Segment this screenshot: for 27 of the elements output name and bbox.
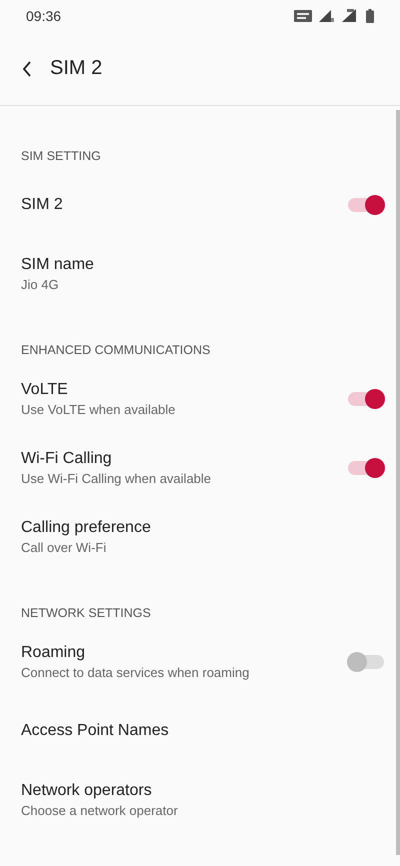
back-icon[interactable] [22,60,32,76]
page-title: SIM 2 [50,57,102,80]
setting-summary: Use VoLTE when available [21,402,176,416]
setting-title: VoLTE [21,380,69,398]
setting-title: Roaming [21,644,86,662]
scrollbar[interactable] [396,110,400,855]
setting-summary: Connect to data services when roaming [21,664,250,680]
setting-title: SIM 2 [21,196,64,214]
toggle-switch[interactable] [348,652,384,672]
setting-title: Calling preference [21,518,152,536]
section-header: ENHANCED COMMUNICATIONS [20,342,212,359]
status-time: 09:36 [26,8,62,24]
setting-title: SIM name [21,256,95,274]
toggle-switch[interactable] [348,194,384,214]
setting-title: Network operators [21,782,153,800]
setting-title: Wi-Fi Calling [21,450,113,468]
section-header: NETWORK SETTINGS [20,605,152,622]
setting-summary: Use Wi-Fi Calling when available [21,470,212,486]
setting-summary: Call over Wi-Fi [21,540,108,554]
toggle-switch[interactable] [348,458,384,478]
toggle-switch[interactable] [348,388,384,408]
setting-summary: Choose a network operator [21,802,179,818]
setting-title: Access Point Names [21,722,170,740]
section-header: SIM SETTING [20,148,102,165]
signal-icon [318,9,334,23]
setting-summary: Jio 4G [21,276,60,292]
battery-icon [366,9,374,23]
